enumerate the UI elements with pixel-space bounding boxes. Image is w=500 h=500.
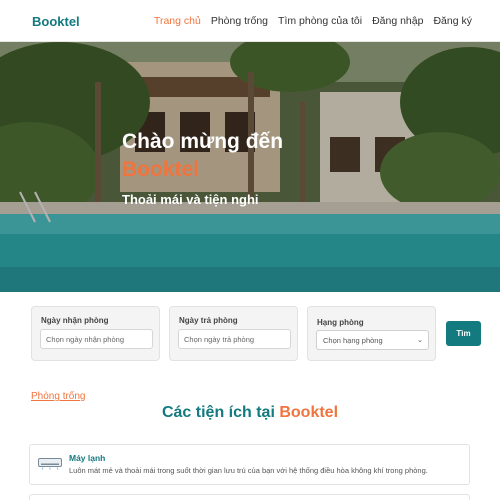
room-class-label: Hạng phòng — [317, 318, 364, 327]
amenity-title: Máy lạnh — [69, 453, 106, 463]
checkin-label: Ngày nhận phòng — [41, 316, 109, 325]
hero-subtitle: Thoải mái và tiện nghi — [122, 192, 259, 207]
nav-link-find-my-room[interactable]: Tìm phòng của tôi — [278, 15, 362, 27]
room-class-select[interactable]: Chọn hạng phòng ⌄ — [316, 330, 429, 350]
amenity-description: Luôn mát mẻ và thoải mái trong suốt thời… — [69, 466, 428, 475]
nav-link-login[interactable]: Đăng nhập — [372, 15, 423, 27]
brand-logo[interactable]: Booktel — [32, 14, 80, 29]
checkin-input[interactable]: Chọn ngày nhận phòng — [40, 329, 153, 349]
checkout-card: Ngày trả phòng Chọn ngày trả phòng — [169, 306, 298, 361]
amenities-heading-brand: Booktel — [279, 404, 339, 421]
hero-banner: Chào mừng đến Booktel Thoải mái và tiện … — [0, 42, 500, 292]
hero-brand: Booktel — [122, 158, 200, 181]
checkin-card: Ngày nhận phòng Chọn ngày nhận phòng — [31, 306, 160, 361]
chevron-down-icon: ⌄ — [417, 337, 423, 344]
nav-link-home[interactable]: Trang chủ — [154, 15, 201, 27]
amenities-heading: Các tiện ích tại Booktel — [0, 404, 500, 422]
checkout-input[interactable]: Chọn ngày trả phòng — [178, 329, 291, 349]
search-button[interactable]: Tìm — [446, 321, 481, 346]
hero-text: Chào mừng đến Booktel Thoải mái và tiện … — [122, 128, 283, 207]
hero-title: Chào mừng đến — [122, 130, 284, 153]
amenity-card: Máy lạnh Luôn mát mẻ và thoải mái trong … — [29, 444, 470, 485]
room-class-select-value: Chọn hạng phòng — [323, 336, 383, 345]
nav-links: Trang chủ Phòng trống Tìm phòng của tôi … — [144, 15, 472, 27]
nav-link-register[interactable]: Đăng ký — [433, 15, 472, 27]
amenity-card-next — [29, 494, 470, 500]
available-rooms-link[interactable]: Phòng trống — [31, 391, 86, 402]
nav-link-available-rooms[interactable]: Phòng trống — [211, 15, 268, 27]
checkout-label: Ngày trả phòng — [179, 316, 238, 325]
navbar: Booktel Trang chủ Phòng trống Tìm phòng … — [0, 0, 500, 42]
amenities-heading-prefix: Các tiện ích tại — [161, 404, 275, 421]
air-conditioner-icon — [38, 458, 62, 470]
